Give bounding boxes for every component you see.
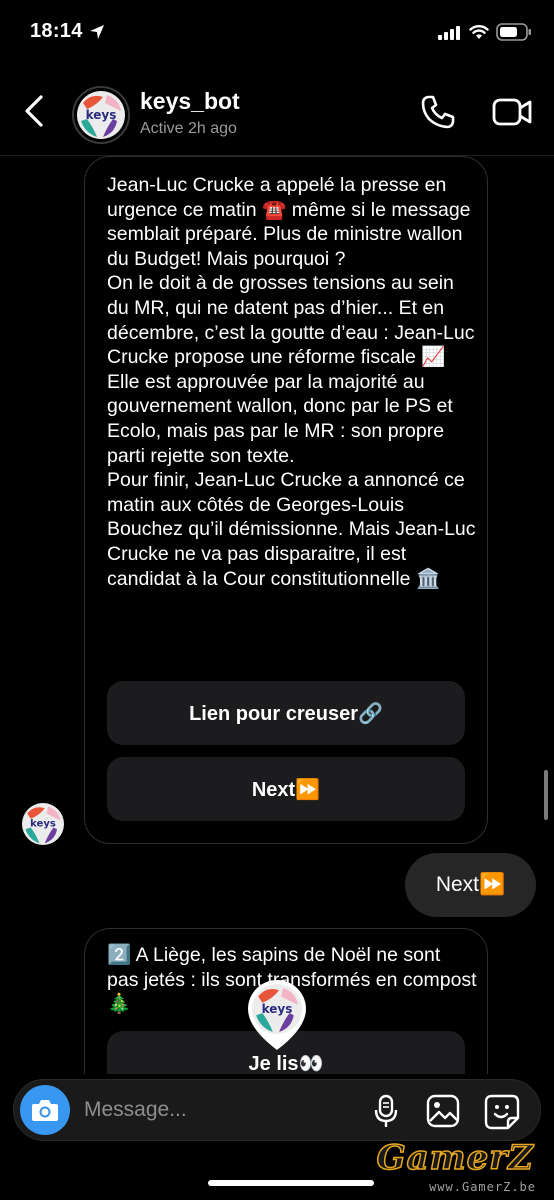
video-camera-icon[interactable] — [492, 96, 532, 128]
message-input[interactable]: Message... — [84, 1098, 187, 1122]
sticker-icon[interactable] — [484, 1094, 520, 1130]
user-message-bubble: Next⏩ — [405, 853, 536, 917]
watermark-title: GamerZ — [376, 1137, 534, 1179]
watermark: GamerZ www.GamerZ.be — [360, 1137, 550, 1198]
chat-header: keys keys_bot Active 2h ago — [0, 66, 554, 156]
gallery-icon[interactable] — [426, 1094, 460, 1128]
battery-icon — [496, 23, 531, 41]
wifi-icon — [469, 25, 489, 39]
camera-icon — [32, 1100, 58, 1121]
logo-text: keys — [261, 1002, 293, 1016]
status-bar: 18:14 — [0, 0, 554, 66]
status-time: 18:14 — [30, 20, 83, 42]
typing-indicator-badge: keys — [246, 978, 308, 1052]
location-arrow-icon — [90, 25, 104, 39]
watermark-url: www.GamerZ.be — [429, 1180, 536, 1194]
keys-logo-icon: keys — [77, 91, 125, 139]
scrollbar[interactable] — [544, 770, 548, 820]
quick-reply-link-button[interactable]: Lien pour creuser🔗 — [107, 681, 465, 745]
phone-icon[interactable] — [420, 94, 456, 130]
contact-status: Active 2h ago — [140, 120, 237, 137]
contact-avatar[interactable]: keys — [72, 86, 130, 144]
logo-text: keys — [85, 108, 117, 122]
cellular-signal-icon — [438, 26, 460, 40]
microphone-icon[interactable] — [372, 1094, 400, 1128]
contact-name[interactable]: keys_bot — [140, 88, 240, 115]
message-text: Jean-Luc Crucke a appelé la presse en ur… — [107, 174, 476, 590]
back-chevron-icon[interactable] — [20, 94, 50, 128]
bot-avatar[interactable]: keys — [22, 803, 64, 845]
quick-reply-next-button[interactable]: Next⏩ — [107, 757, 465, 821]
bot-message-bubble: Jean-Luc Crucke a appelé la presse en ur… — [84, 156, 488, 844]
keys-logo-icon: keys — [252, 984, 302, 1034]
logo-text: keys — [30, 818, 56, 830]
message-composer[interactable]: Message... — [13, 1079, 541, 1141]
home-indicator[interactable] — [208, 1180, 374, 1186]
camera-button[interactable] — [20, 1085, 70, 1135]
